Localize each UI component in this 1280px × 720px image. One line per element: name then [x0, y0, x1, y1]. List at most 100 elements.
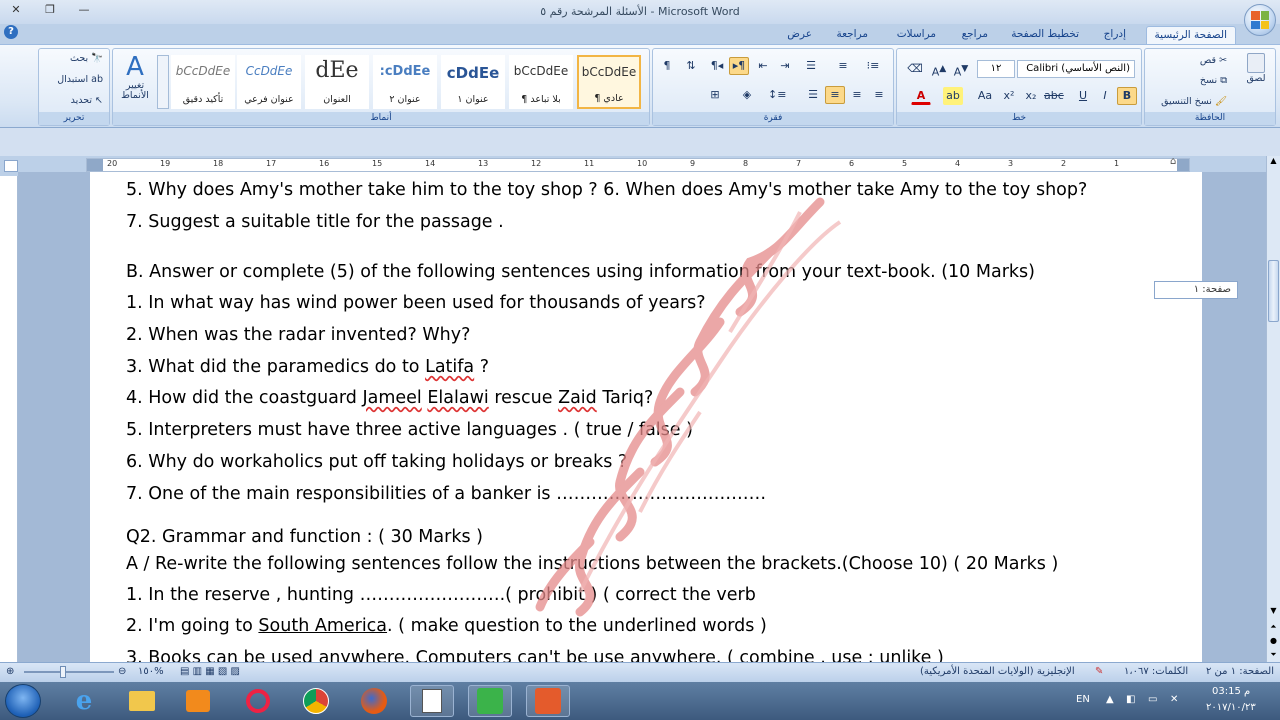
style-subtitle[interactable]: CcDdEe عنوان فرعي: [237, 55, 301, 109]
style-subtitle-name: عنوان فرعي: [244, 94, 294, 105]
styles-scroll[interactable]: [157, 55, 169, 109]
format-painter-button[interactable]: نسخ التنسيق 🖌: [1161, 96, 1227, 107]
shading-icon[interactable]: ◈: [737, 86, 757, 104]
view-buttons-icon[interactable]: ▤ ▥ ▦ ▧ ▨: [180, 666, 240, 677]
language-indicator[interactable]: EN: [1076, 694, 1090, 705]
firefox-icon[interactable]: [352, 685, 396, 717]
bullets-icon[interactable]: ⁝≡: [863, 57, 883, 75]
page-count[interactable]: الصفحة: ١ من ٢: [1206, 666, 1274, 677]
align-center-icon[interactable]: ≡: [847, 86, 867, 104]
replace-button[interactable]: استبدال ab: [57, 74, 103, 85]
underline-icon[interactable]: U: [1073, 87, 1093, 105]
tab-mailings[interactable]: مراسلات: [889, 26, 944, 44]
clock-date[interactable]: ٢٠١٧/١٠/٢٣: [1206, 702, 1256, 713]
grow-font-icon[interactable]: A▲: [929, 60, 949, 79]
zoom-slider-thumb[interactable]: [60, 666, 66, 678]
subscript-icon[interactable]: x₂: [1021, 87, 1041, 105]
shrink-font-icon[interactable]: A▼: [951, 60, 971, 79]
ltr-icon[interactable]: ¶◂: [707, 57, 727, 75]
multilevel-list-icon[interactable]: ☰: [801, 57, 821, 75]
font-size-select[interactable]: ١٢: [977, 60, 1015, 78]
zoom-level[interactable]: ١٥٠%: [138, 666, 164, 677]
bold-icon[interactable]: B: [1117, 87, 1137, 105]
zoom-out-icon[interactable]: ⊖: [118, 666, 126, 677]
select-button[interactable]: تحديد ↖: [71, 95, 103, 106]
next-page-icon[interactable]: ⏷: [1268, 650, 1279, 662]
scroll-down-icon[interactable]: ▼: [1268, 606, 1279, 618]
numbering-icon[interactable]: ≡: [833, 57, 853, 75]
ruler-tick-label: 18: [213, 159, 224, 168]
align-left-icon[interactable]: ≡: [869, 86, 889, 104]
file-explorer-icon[interactable]: [120, 685, 164, 717]
sort-icon[interactable]: ⇅: [681, 57, 701, 75]
tab-references[interactable]: مراجع: [954, 26, 996, 44]
paragraph-group: ¶ ⇅ ¶◂ ▸¶ ⇤ ⇥ ☰ ≡ ⁝≡ ⊞ ◈ ↕≡ ☰ ≡ ≡ ≡ فقرة: [652, 48, 894, 126]
copy-button[interactable]: نسخ ⧉: [1200, 75, 1227, 86]
clock-time[interactable]: 03:15 م: [1212, 686, 1250, 697]
language-status[interactable]: الإنجليزية (الولايات المتحدة الأمريكية): [920, 666, 1075, 677]
word-taskbar-icon[interactable]: [410, 685, 454, 717]
rtl-icon[interactable]: ▸¶: [729, 57, 749, 75]
previous-page-icon[interactable]: ⏶: [1268, 622, 1279, 634]
decrease-indent-icon[interactable]: ⇤: [753, 57, 773, 75]
scroll-up-icon[interactable]: ▲: [1268, 156, 1279, 168]
page-tooltip: صفحة: ١: [1154, 281, 1238, 299]
select-label: تحديد: [70, 95, 92, 106]
internet-explorer-icon[interactable]: e: [62, 685, 106, 717]
paste-button[interactable]: لصق: [1243, 53, 1269, 87]
tray-app-icon[interactable]: ◧: [1126, 694, 1135, 705]
zoom-in-icon[interactable]: ⊕: [6, 666, 14, 677]
ruler-tick-label: 10: [637, 159, 648, 168]
superscript-icon[interactable]: x²: [999, 87, 1019, 105]
network-icon[interactable]: ▭: [1148, 694, 1157, 705]
style-no-spacing[interactable]: bCcDdEe ¶ بلا تباعد: [509, 55, 573, 109]
font-color-icon[interactable]: A: [911, 87, 931, 105]
italic-icon[interactable]: I: [1095, 87, 1115, 105]
volume-icon[interactable]: ✕: [1170, 694, 1178, 705]
align-right-icon[interactable]: ≡: [825, 86, 845, 104]
ruler-tick-label: 16: [319, 159, 330, 168]
tab-home[interactable]: الصفحة الرئيسية: [1145, 26, 1236, 44]
style-normal[interactable]: bCcDdEe ¶ عادي: [577, 55, 641, 109]
style-heading-2[interactable]: :cDdEe عنوان ٢: [373, 55, 437, 109]
scrollbar-thumb[interactable]: [1268, 260, 1279, 322]
tab-page-layout[interactable]: تخطيط الصفحة: [1003, 26, 1087, 44]
word-count[interactable]: الكلمات: ١،٠٦٧: [1124, 666, 1188, 677]
clear-format-icon[interactable]: ⌫: [905, 60, 925, 78]
strikethrough-icon[interactable]: abc: [1043, 87, 1064, 105]
font-name-select[interactable]: Calibri (النص الأساسي): [1017, 60, 1135, 78]
tab-view[interactable]: عرض: [779, 26, 820, 44]
paragraph-mark-icon[interactable]: ¶: [657, 57, 677, 75]
tab-insert[interactable]: إدراج: [1096, 26, 1134, 44]
borders-icon[interactable]: ⊞: [705, 86, 725, 104]
increase-indent-icon[interactable]: ⇥: [775, 57, 795, 75]
justify-icon[interactable]: ☰: [803, 86, 823, 104]
style-heading-1[interactable]: cDdEe عنوان ١: [441, 55, 505, 109]
tab-selector-icon[interactable]: [4, 160, 18, 172]
style-subtle-emphasis[interactable]: bCcDdEe تأكيد دقيق: [171, 55, 235, 109]
q4-name2: Elalawi: [427, 388, 489, 408]
camtasia-green-icon[interactable]: [468, 685, 512, 717]
line-spacing-icon[interactable]: ↕≡: [767, 86, 787, 104]
vertical-scrollbar[interactable]: ▲ ▼ ⏶ ● ⏷: [1266, 156, 1280, 662]
ruler-tick-label: 17: [266, 159, 277, 168]
style-title[interactable]: dEe العنوان: [305, 55, 369, 109]
change-case-icon[interactable]: Aa: [975, 87, 995, 105]
chrome-icon[interactable]: [294, 685, 338, 717]
horizontal-ruler[interactable]: 20 19 18 17 16 15 14 13 12 11 10 9 8 7 6 5 4 3 2 1: [86, 158, 1190, 172]
start-button[interactable]: [5, 684, 41, 718]
swirl-app-icon[interactable]: [236, 685, 280, 717]
select-browse-object-icon[interactable]: ●: [1268, 636, 1279, 648]
vertical-ruler[interactable]: [0, 176, 18, 662]
document-page[interactable]: 5. Why does Amy's mother take him to the…: [90, 172, 1202, 662]
change-styles-button[interactable]: A تغيير الأنماط: [117, 53, 153, 101]
proofing-icon[interactable]: ✎: [1095, 666, 1103, 677]
tab-review[interactable]: مراجعة: [828, 26, 876, 44]
media-player-icon[interactable]: [176, 685, 220, 717]
find-button[interactable]: بحث 🔭: [70, 53, 103, 64]
tray-arrow-icon[interactable]: ▲: [1106, 694, 1114, 705]
highlight-icon[interactable]: ab: [943, 87, 963, 105]
cut-button[interactable]: قص ✂: [1200, 55, 1227, 66]
camtasia-orange-icon[interactable]: [526, 685, 570, 717]
zoom-slider[interactable]: [24, 666, 114, 678]
